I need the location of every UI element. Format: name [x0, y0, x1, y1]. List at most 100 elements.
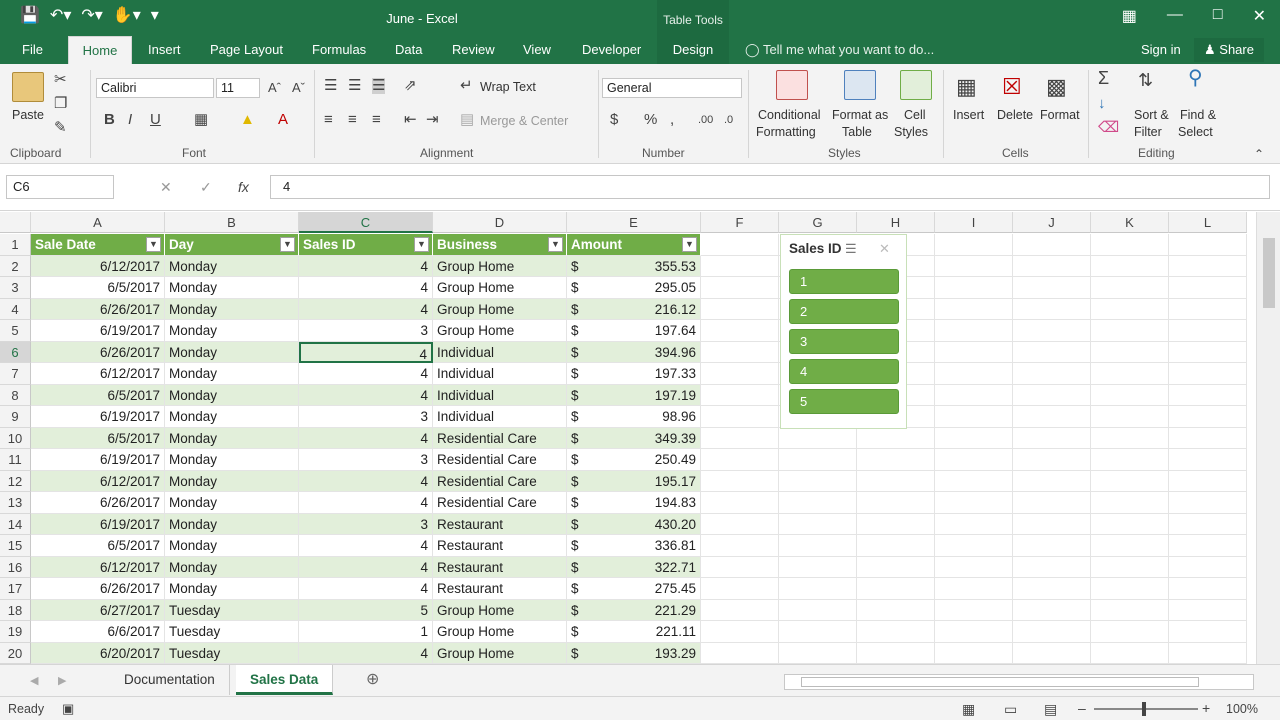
table-cell[interactable]: 4: [299, 470, 433, 492]
empty-cell[interactable]: [701, 384, 779, 406]
row-header[interactable]: 11: [0, 449, 31, 471]
empty-cell[interactable]: [1013, 642, 1091, 664]
empty-cell[interactable]: [1013, 363, 1091, 385]
align-middle-icon[interactable]: ☰: [348, 78, 361, 94]
empty-cell[interactable]: [935, 384, 1013, 406]
row-header[interactable]: 5: [0, 320, 31, 342]
empty-cell[interactable]: [857, 535, 935, 557]
find-select-label-1[interactable]: Find &: [1180, 108, 1216, 122]
italic-icon[interactable]: I: [128, 112, 132, 128]
empty-cell[interactable]: [1169, 556, 1247, 578]
column-header-h[interactable]: H: [857, 212, 935, 233]
table-cell[interactable]: 6/5/2017: [31, 384, 165, 406]
empty-cell[interactable]: [935, 277, 1013, 299]
empty-cell[interactable]: [1169, 384, 1247, 406]
table-cell[interactable]: $216.12: [567, 298, 701, 320]
vertical-scroll-thumb[interactable]: [1263, 238, 1275, 308]
empty-cell[interactable]: [857, 578, 935, 600]
zoom-out-icon[interactable]: –: [1078, 700, 1086, 716]
table-cell[interactable]: 3: [299, 449, 433, 471]
column-header-c[interactable]: C: [299, 212, 433, 233]
table-cell[interactable]: Tuesday: [165, 599, 299, 621]
empty-cell[interactable]: [779, 492, 857, 514]
empty-cell[interactable]: [701, 234, 779, 256]
table-cell[interactable]: Residential Care: [433, 492, 567, 514]
align-top-icon[interactable]: ☰: [324, 78, 337, 94]
table-cell[interactable]: 6/12/2017: [31, 363, 165, 385]
minimize-icon[interactable]: —: [1167, 6, 1183, 26]
table-cell[interactable]: Monday: [165, 449, 299, 471]
tab-home[interactable]: Home: [68, 36, 132, 64]
empty-cell[interactable]: [935, 470, 1013, 492]
empty-cell[interactable]: [701, 599, 779, 621]
table-cell[interactable]: Monday: [165, 320, 299, 342]
column-header-a[interactable]: A: [31, 212, 165, 233]
empty-cell[interactable]: [779, 427, 857, 449]
table-header-cell[interactable]: Business ▼: [433, 234, 567, 256]
empty-cell[interactable]: [935, 599, 1013, 621]
column-header-b[interactable]: B: [165, 212, 299, 233]
empty-cell[interactable]: [1013, 255, 1091, 277]
empty-cell[interactable]: [857, 470, 935, 492]
empty-cell[interactable]: [1169, 642, 1247, 664]
zoom-slider-thumb[interactable]: [1142, 702, 1146, 716]
table-cell[interactable]: Monday: [165, 341, 299, 363]
empty-cell[interactable]: [857, 449, 935, 471]
empty-cell[interactable]: [779, 513, 857, 535]
number-format-select[interactable]: General: [602, 78, 742, 98]
horizontal-scrollbar[interactable]: [784, 674, 1254, 690]
tab-review[interactable]: Review: [444, 36, 503, 64]
font-name-select[interactable]: Calibri: [96, 78, 214, 98]
table-cell[interactable]: $221.11: [567, 621, 701, 643]
empty-cell[interactable]: [935, 406, 1013, 428]
table-header-cell[interactable]: Sales ID ▼: [299, 234, 433, 256]
empty-cell[interactable]: [1091, 449, 1169, 471]
page-layout-view-icon[interactable]: ▭: [1004, 701, 1017, 717]
comma-style-icon[interactable]: ,: [670, 112, 674, 128]
empty-cell[interactable]: [1013, 470, 1091, 492]
empty-cell[interactable]: [779, 621, 857, 643]
filter-dropdown-icon[interactable]: ▼: [548, 237, 563, 252]
empty-cell[interactable]: [1091, 384, 1169, 406]
new-sheet-icon[interactable]: ⊕: [366, 672, 379, 688]
empty-cell[interactable]: [1013, 427, 1091, 449]
empty-cell[interactable]: [1169, 492, 1247, 514]
table-cell[interactable]: Monday: [165, 277, 299, 299]
empty-cell[interactable]: [935, 535, 1013, 557]
empty-cell[interactable]: [1013, 513, 1091, 535]
table-cell[interactable]: 6/19/2017: [31, 513, 165, 535]
row-header[interactable]: 7: [0, 363, 31, 385]
increase-decimal-icon[interactable]: .00: [698, 112, 713, 128]
empty-cell[interactable]: [1091, 621, 1169, 643]
conditional-formatting-label-1[interactable]: Conditional: [758, 108, 821, 122]
table-cell[interactable]: $194.83: [567, 492, 701, 514]
scroll-left-icon[interactable]: ◀: [30, 673, 38, 689]
table-cell[interactable]: Group Home: [433, 298, 567, 320]
empty-cell[interactable]: [1013, 556, 1091, 578]
row-header[interactable]: 1: [0, 234, 31, 256]
empty-cell[interactable]: [701, 341, 779, 363]
empty-cell[interactable]: [1169, 277, 1247, 299]
empty-cell[interactable]: [1013, 277, 1091, 299]
tab-view[interactable]: View: [515, 36, 559, 64]
column-header-e[interactable]: E: [567, 212, 701, 233]
empty-cell[interactable]: [701, 642, 779, 664]
paste-icon[interactable]: [12, 72, 44, 102]
table-cell[interactable]: Monday: [165, 470, 299, 492]
increase-indent-icon[interactable]: ⇥: [426, 112, 439, 128]
table-cell[interactable]: Monday: [165, 492, 299, 514]
table-cell[interactable]: 6/5/2017: [31, 427, 165, 449]
empty-cell[interactable]: [701, 277, 779, 299]
empty-cell[interactable]: [1091, 406, 1169, 428]
table-cell[interactable]: $98.96: [567, 406, 701, 428]
empty-cell[interactable]: [1013, 449, 1091, 471]
table-cell[interactable]: Group Home: [433, 599, 567, 621]
empty-cell[interactable]: [935, 621, 1013, 643]
row-header[interactable]: 9: [0, 406, 31, 428]
clear-icon[interactable]: ⌫: [1098, 120, 1119, 136]
empty-cell[interactable]: [1169, 406, 1247, 428]
empty-cell[interactable]: [1169, 535, 1247, 557]
table-cell[interactable]: Residential Care: [433, 427, 567, 449]
table-cell[interactable]: 6/26/2017: [31, 298, 165, 320]
empty-cell[interactable]: [779, 642, 857, 664]
